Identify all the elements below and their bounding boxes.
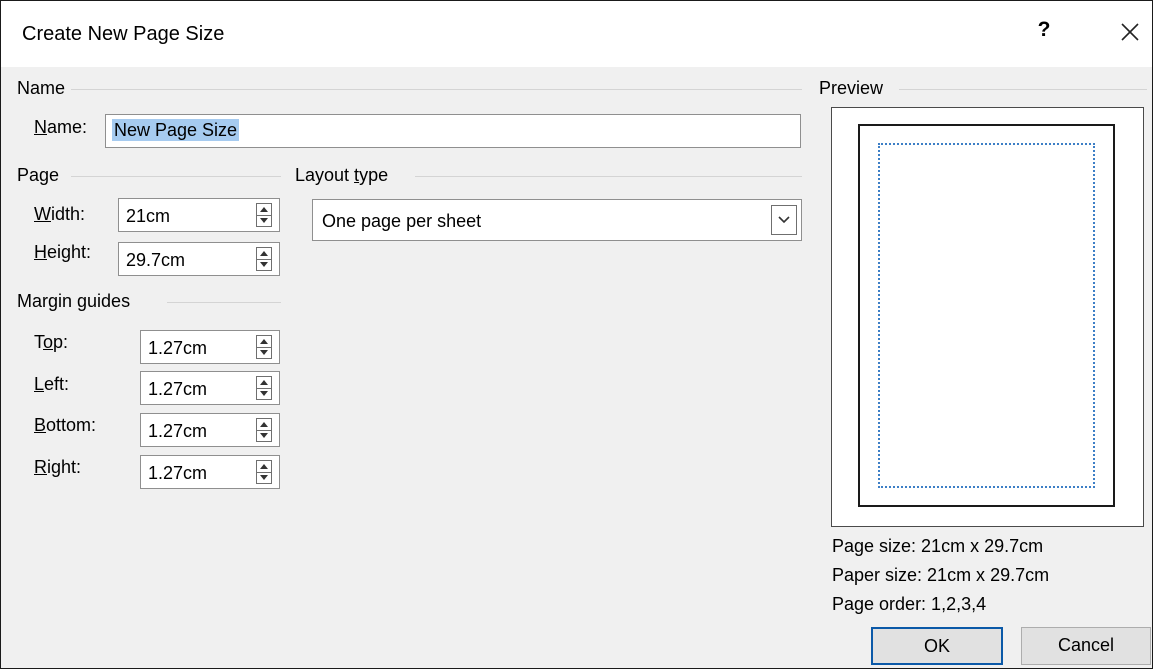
- height-label: Height:: [34, 242, 92, 262]
- top-spin-arrows[interactable]: [256, 335, 272, 359]
- margin-group-divider: [167, 302, 281, 303]
- left-margin-spinner[interactable]: 1.27cm: [140, 371, 280, 405]
- top-label: Top:: [34, 332, 69, 352]
- width-value: 21cm: [126, 206, 171, 226]
- left-margin-value: 1.27cm: [148, 379, 208, 399]
- name-input-value: New Page Size: [112, 119, 240, 141]
- right-spin-arrows[interactable]: [256, 460, 272, 484]
- bottom-label: Bottom:: [34, 415, 97, 435]
- preview-heading: Preview: [819, 78, 884, 98]
- height-spinner[interactable]: 29.7cm: [118, 242, 280, 276]
- help-button[interactable]: ?: [1031, 18, 1057, 48]
- page-group-heading: Page: [17, 165, 60, 185]
- page-group-divider: [71, 176, 281, 177]
- name-group-heading: Name: [17, 78, 66, 98]
- cancel-button[interactable]: Cancel: [1021, 627, 1151, 665]
- left-label: Left:: [34, 374, 70, 394]
- width-spin-arrows[interactable]: [256, 203, 272, 227]
- preview-margin-guides: [878, 143, 1095, 488]
- page-size-info: Page size: 21cm x 29.7cm: [832, 536, 1044, 556]
- layout-type-heading: Layout type: [295, 165, 389, 185]
- close-icon: [1121, 23, 1139, 41]
- height-value: 29.7cm: [126, 250, 186, 270]
- preview-divider: [899, 89, 1147, 90]
- right-label: Right:: [34, 457, 82, 477]
- name-input[interactable]: New Page Size: [105, 114, 801, 148]
- paper-size-info: Paper size: 21cm x 29.7cm: [832, 565, 1050, 585]
- name-group-divider: [71, 89, 802, 90]
- height-spin-arrows[interactable]: [256, 247, 272, 271]
- close-button[interactable]: [1115, 17, 1145, 47]
- spin-up-icon[interactable]: [260, 380, 268, 385]
- top-margin-spinner[interactable]: 1.27cm: [140, 330, 280, 364]
- spin-down-icon[interactable]: [260, 350, 268, 355]
- layout-group-divider: [415, 176, 802, 177]
- ok-button[interactable]: OK: [871, 627, 1003, 665]
- right-margin-spinner[interactable]: 1.27cm: [140, 455, 280, 489]
- bottom-margin-spinner[interactable]: 1.27cm: [140, 413, 280, 447]
- right-margin-value: 1.27cm: [148, 463, 208, 483]
- spin-down-icon[interactable]: [260, 391, 268, 396]
- spin-down-icon[interactable]: [260, 433, 268, 438]
- spin-down-icon[interactable]: [260, 262, 268, 267]
- dialog-title: Create New Page Size: [22, 23, 225, 45]
- spin-up-icon[interactable]: [260, 207, 268, 212]
- spin-up-icon[interactable]: [260, 251, 268, 256]
- chevron-down-icon[interactable]: [771, 205, 797, 235]
- margin-guides-heading: Margin guides: [17, 291, 131, 311]
- layout-type-select[interactable]: One page per sheet: [312, 199, 802, 241]
- spin-up-icon[interactable]: [260, 464, 268, 469]
- spin-up-icon[interactable]: [260, 339, 268, 344]
- title-bar: Create New Page Size ?: [1, 1, 1152, 67]
- top-margin-value: 1.27cm: [148, 338, 208, 358]
- layout-type-value: One page per sheet: [322, 211, 482, 231]
- spin-down-icon[interactable]: [260, 218, 268, 223]
- page-preview: [831, 107, 1144, 527]
- width-label: Width:: [34, 204, 86, 224]
- left-spin-arrows[interactable]: [256, 376, 272, 400]
- name-label: Name:: [34, 117, 88, 137]
- spin-up-icon[interactable]: [260, 422, 268, 427]
- spin-down-icon[interactable]: [260, 475, 268, 480]
- width-spinner[interactable]: 21cm: [118, 198, 280, 232]
- create-page-size-dialog: Create New Page Size ? Name Name: New Pa…: [0, 0, 1153, 669]
- bottom-margin-value: 1.27cm: [148, 421, 208, 441]
- page-order-info: Page order: 1,2,3,4: [832, 594, 987, 614]
- preview-page-outline: [858, 124, 1115, 507]
- bottom-spin-arrows[interactable]: [256, 418, 272, 442]
